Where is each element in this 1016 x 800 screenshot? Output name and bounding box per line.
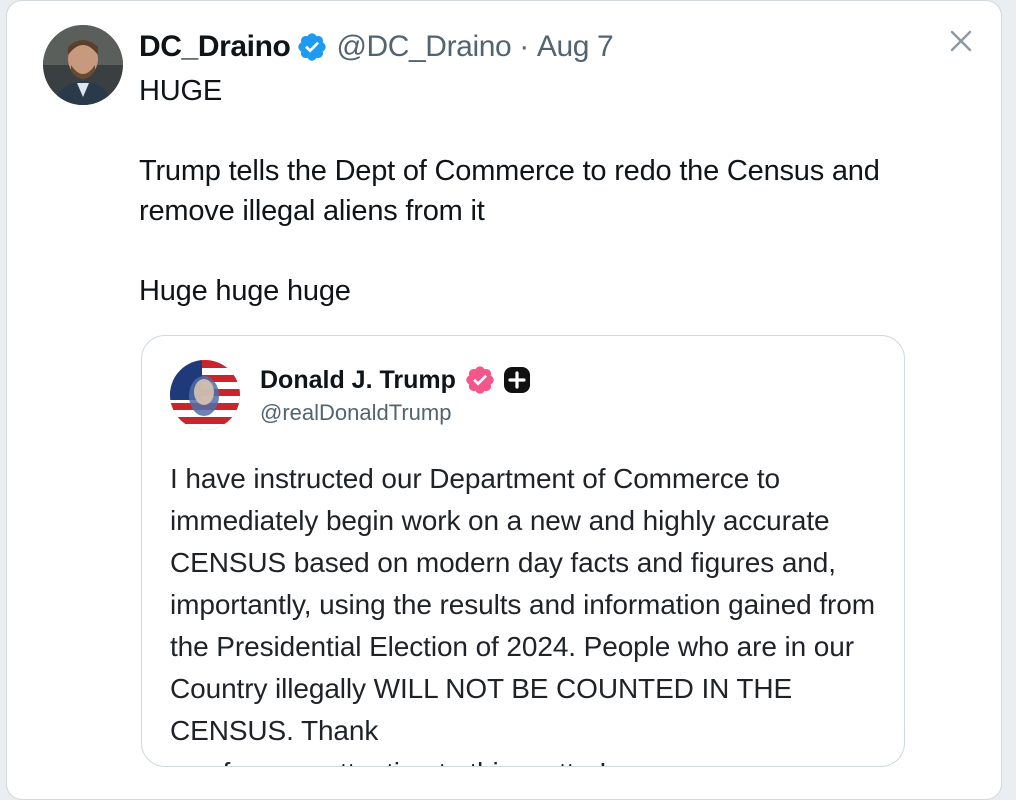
tweet-text: HUGE Trump tells the Dept of Commerce to… <box>139 75 880 307</box>
quoted-post[interactable]: Donald J. Trump @realDonaldTrump I have … <box>141 335 905 767</box>
plus-badge-icon <box>503 367 530 393</box>
tweet-header: DC_Draino @DC_Draino · Aug 7 <box>139 27 614 67</box>
quoted-author-name[interactable]: Donald J. Trump <box>260 366 456 395</box>
separator-dot: · <box>519 30 529 63</box>
quoted-header: Donald J. Trump <box>260 362 532 398</box>
tweet-card: DC_Draino @DC_Draino · Aug 7 HUGE Trump … <box>6 0 1002 800</box>
author-name[interactable]: DC_Draino <box>139 30 291 64</box>
verified-badge-icon <box>466 366 494 394</box>
tweet-date[interactable]: Aug 7 <box>537 30 614 64</box>
quoted-author-avatar[interactable] <box>170 360 240 430</box>
quoted-author-handle[interactable]: @realDonaldTrump <box>260 400 451 426</box>
author-avatar[interactable] <box>43 25 123 105</box>
quoted-post-body: I have instructed our Department of Comm… <box>170 463 875 746</box>
quoted-post-truncated-line: you for your attention to this matter! <box>170 752 890 766</box>
verified-badge-icon <box>298 33 327 61</box>
close-icon[interactable] <box>947 27 975 55</box>
author-handle[interactable]: @DC_Draino <box>336 30 511 64</box>
quoted-post-text: I have instructed our Department of Comm… <box>170 458 890 766</box>
